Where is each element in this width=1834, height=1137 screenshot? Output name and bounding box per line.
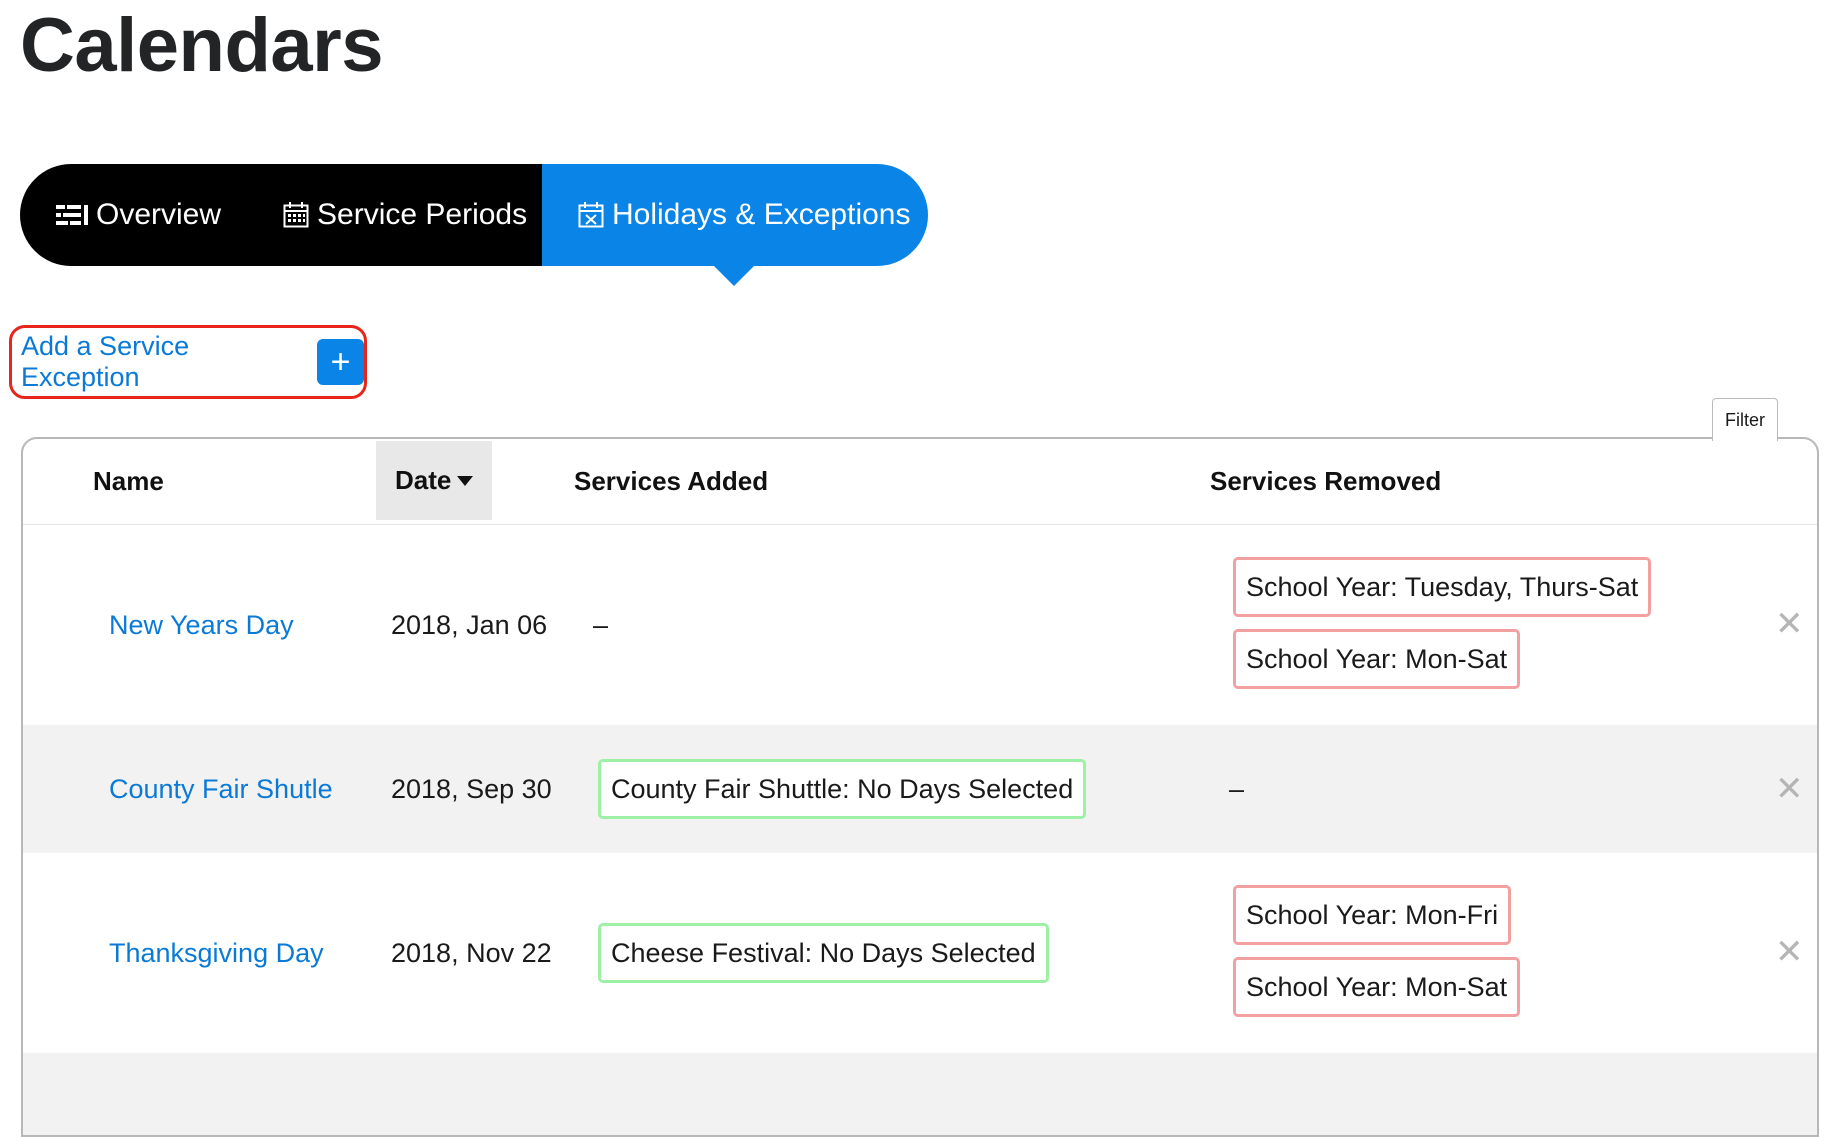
tab-overview[interactable]: Overview (56, 198, 221, 232)
filter-button[interactable]: Filter (1712, 398, 1778, 441)
tab-holidays-exceptions-label: Holidays & Exceptions (612, 198, 911, 231)
calendar-icon (283, 202, 309, 228)
exception-name-link[interactable]: County Fair Shutle (109, 725, 333, 853)
sort-descending-icon (457, 475, 474, 486)
exceptions-table: Name Date Services Added Services Remove… (21, 437, 1819, 1137)
column-header-name[interactable]: Name (93, 439, 164, 524)
exception-name-link[interactable]: New Years Day (109, 525, 294, 725)
service-added-tag: County Fair Shuttle: No Days Selected (598, 759, 1087, 819)
exception-date: 2018, Sep 30 (391, 773, 552, 804)
service-removed-tag: School Year: Tuesday, Thurs-Sat (1233, 557, 1652, 617)
table-row: New Years Day 2018, Jan 06 – School Year… (23, 525, 1817, 725)
tab-overview-label: Overview (96, 198, 222, 231)
delete-icon[interactable]: ✕ (1775, 607, 1804, 641)
calendar-tabs: Overview Service Periods Holidays & Exce… (20, 164, 928, 286)
column-header-date[interactable]: Date (376, 441, 492, 520)
table-header: Name Date Services Added Services Remove… (23, 439, 1817, 525)
list-icon (56, 204, 88, 226)
plus-icon[interactable]: + (317, 339, 364, 385)
column-header-services-removed[interactable]: Services Removed (1210, 439, 1441, 524)
table-row: Thanksgiving Day 2018, Nov 22 Cheese Fes… (23, 853, 1817, 1053)
column-header-services-added[interactable]: Services Added (574, 439, 768, 524)
services-removed-empty: – (1229, 773, 1245, 804)
tab-service-periods-label: Service Periods (317, 198, 528, 231)
page-title: Calendars (20, 3, 384, 88)
tab-holidays-exceptions[interactable]: Holidays & Exceptions (542, 164, 928, 286)
table-row: County Fair Shutle 2018, Sep 30 County F… (23, 725, 1817, 853)
tabs-inactive-group: Overview Service Periods (20, 164, 542, 266)
service-removed-tag: School Year: Mon-Sat (1233, 957, 1521, 1017)
services-added-empty: – (593, 609, 609, 640)
delete-icon[interactable]: ✕ (1775, 935, 1804, 969)
exception-name-link[interactable]: Thanksgiving Day (109, 853, 324, 1053)
exception-date: 2018, Jan 06 (391, 609, 548, 640)
service-removed-tag: School Year: Mon-Fri (1233, 885, 1512, 945)
exception-date: 2018, Nov 22 (391, 937, 552, 968)
add-service-exception-button[interactable]: Add a Service Exception + (9, 325, 367, 399)
tab-service-periods[interactable]: Service Periods (283, 198, 527, 232)
calendar-x-icon (578, 202, 604, 228)
column-header-date-label: Date (395, 465, 452, 495)
table-row (23, 1053, 1817, 1135)
service-removed-tag: School Year: Mon-Sat (1233, 629, 1521, 689)
add-service-exception-label: Add a Service Exception (21, 331, 190, 392)
delete-icon[interactable]: ✕ (1775, 772, 1804, 806)
service-added-tag: Cheese Festival: No Days Selected (598, 923, 1049, 983)
